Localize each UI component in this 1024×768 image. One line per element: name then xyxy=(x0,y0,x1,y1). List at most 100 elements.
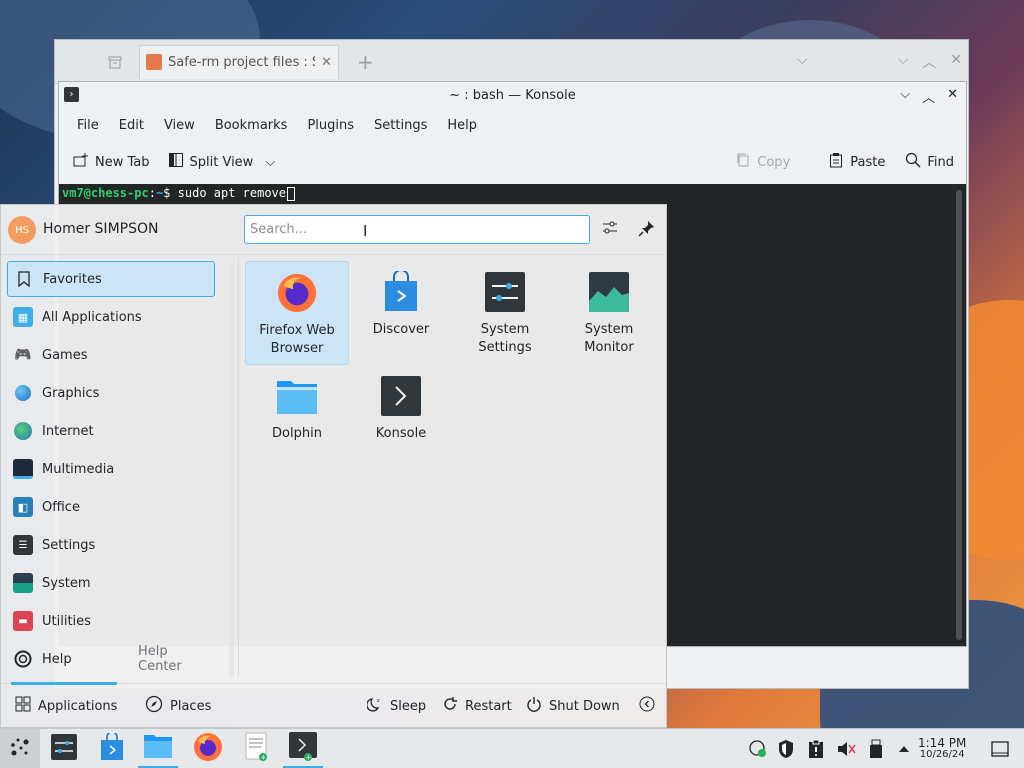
grid-icon: ▦ xyxy=(13,307,33,327)
chevron-down-icon[interactable]: ⌵ xyxy=(265,155,275,170)
menu-file[interactable]: File xyxy=(67,118,109,133)
terminal-line: vm7@chess-pc:~$ sudo apt remove xyxy=(59,184,966,203)
menubar: File Edit View Bookmarks Plugins Setting… xyxy=(59,108,966,142)
configure-icon[interactable] xyxy=(601,219,619,241)
category-internet[interactable]: Internet xyxy=(7,413,215,449)
app-firefox[interactable]: Firefox Web Browser xyxy=(245,261,349,365)
minimize-icon[interactable]: ⌵ xyxy=(900,87,910,106)
show-desktop-icon[interactable] xyxy=(988,729,1012,768)
shutdown-button[interactable]: Shut Down xyxy=(526,684,620,728)
system-monitor-icon xyxy=(588,271,630,313)
shield-icon[interactable] xyxy=(774,729,798,768)
category-all-applications[interactable]: ▦ All Applications xyxy=(7,299,215,335)
app-system-monitor[interactable]: System Monitor xyxy=(557,261,661,365)
settings-icon: ☰ xyxy=(13,535,33,555)
svg-text:+: + xyxy=(261,754,267,762)
svg-text:+: + xyxy=(306,753,312,761)
copy-button[interactable]: Copy xyxy=(735,152,790,172)
app-label: Firefox Web Browser xyxy=(259,323,335,356)
taskbar-text-editor[interactable]: + xyxy=(236,729,276,768)
maximize-icon[interactable]: ︿ xyxy=(922,87,935,106)
category-scrollbar[interactable] xyxy=(229,261,234,677)
folder-icon xyxy=(276,375,318,417)
menu-bookmarks[interactable]: Bookmarks xyxy=(205,118,298,133)
svg-text:z: z xyxy=(377,698,380,704)
close-icon[interactable]: ✕ xyxy=(947,87,958,106)
category-label: Graphics xyxy=(42,385,100,401)
dolphin-tab-title: Safe-rm project files : Safe xyxy=(168,54,315,70)
close-tab-icon[interactable]: ✕ xyxy=(321,55,332,70)
copy-icon xyxy=(735,152,751,172)
category-label: System xyxy=(42,575,91,591)
category-settings[interactable]: ☰ Settings xyxy=(7,527,215,563)
paste-icon xyxy=(828,152,844,172)
restart-icon xyxy=(442,696,458,716)
taskbar-firefox[interactable] xyxy=(188,729,228,768)
app-discover[interactable]: Discover xyxy=(349,261,453,365)
clipboard-alert-icon[interactable] xyxy=(804,729,828,768)
new-tab-button[interactable]: New Tab xyxy=(73,152,150,172)
clock-date: 10/26/24 xyxy=(919,749,965,760)
usb-device-icon[interactable] xyxy=(864,729,888,768)
minimize-icon[interactable]: ⌵ xyxy=(898,52,909,72)
new-tab-icon xyxy=(73,152,89,172)
clock-time: 1:14 PM xyxy=(918,736,967,750)
user-name: Homer SIMPSON xyxy=(43,221,159,237)
tab-applications[interactable]: Applications xyxy=(15,684,117,728)
split-view-button[interactable]: Split View ⌵ xyxy=(168,152,275,172)
taskbar-konsole[interactable]: + xyxy=(283,729,323,768)
menu-view[interactable]: View xyxy=(154,118,205,133)
category-utilities[interactable]: ▬ Utilities xyxy=(7,603,215,639)
maximize-icon[interactable]: ︿ xyxy=(922,52,936,72)
category-multimedia[interactable]: Multimedia xyxy=(7,451,215,487)
category-label: Favorites xyxy=(43,271,102,287)
menu-help[interactable]: Help xyxy=(437,118,487,133)
launcher-button[interactable] xyxy=(0,729,40,768)
taskbar-dolphin[interactable] xyxy=(138,729,178,768)
gamepad-icon: 🎮 xyxy=(14,347,32,363)
multimedia-icon xyxy=(13,459,33,479)
find-button[interactable]: Find xyxy=(905,152,954,172)
avatar[interactable]: HS xyxy=(8,216,36,244)
update-notifier-icon[interactable] xyxy=(746,729,770,768)
sleep-button[interactable]: z Sleep xyxy=(366,684,426,728)
sleep-icon: z xyxy=(366,696,383,716)
pin-icon[interactable] xyxy=(638,219,656,241)
archive-icon[interactable] xyxy=(95,40,135,84)
new-tab-icon[interactable]: + xyxy=(357,50,374,74)
chevron-down-icon[interactable]: ⌵ xyxy=(797,52,808,72)
text-editor-icon: + xyxy=(243,732,269,766)
taskbar: + + 1:14 PM 10/26/24 xyxy=(0,728,1024,768)
category-games[interactable]: 🎮 Games xyxy=(7,337,215,373)
menu-settings[interactable]: Settings xyxy=(364,118,437,133)
category-graphics[interactable]: Graphics xyxy=(7,375,215,411)
taskbar-discover[interactable] xyxy=(92,729,132,768)
split-view-icon xyxy=(168,152,184,172)
menu-edit[interactable]: Edit xyxy=(109,118,154,133)
konsole-titlebar[interactable]: › ~ : bash — Konsole ⌵ ︿ ✕ xyxy=(59,82,966,108)
app-system-settings[interactable]: System Settings xyxy=(453,261,557,365)
paste-button[interactable]: Paste xyxy=(828,152,885,172)
menu-plugins[interactable]: Plugins xyxy=(297,118,364,133)
app-konsole[interactable]: Konsole xyxy=(349,365,453,469)
digital-clock[interactable]: 1:14 PM 10/26/24 xyxy=(918,737,966,761)
show-hidden-icons[interactable] xyxy=(892,729,916,768)
restart-button[interactable]: Restart xyxy=(442,684,512,728)
taskbar-system-settings[interactable] xyxy=(44,729,84,768)
search-input[interactable] xyxy=(244,215,590,244)
terminal-command: sudo apt remove xyxy=(177,186,287,200)
dolphin-tab[interactable]: Safe-rm project files : Safe ✕ xyxy=(139,44,339,79)
system-settings-icon xyxy=(50,733,78,765)
close-icon[interactable]: ✕ xyxy=(950,52,962,72)
tab-places[interactable]: Places xyxy=(145,684,211,728)
category-office[interactable]: ◧ Office xyxy=(7,489,215,525)
grid-icon xyxy=(15,696,31,716)
app-dolphin[interactable]: Dolphin xyxy=(245,365,349,469)
volume-muted-icon[interactable] xyxy=(834,729,858,768)
category-favorites[interactable]: Favorites xyxy=(7,261,215,297)
category-system[interactable]: System xyxy=(7,565,215,601)
category-label: Utilities xyxy=(42,613,91,629)
more-options-button[interactable] xyxy=(639,684,655,728)
category-help[interactable]: Help Help Center xyxy=(7,641,215,677)
terminal-scrollbar[interactable] xyxy=(956,190,962,640)
